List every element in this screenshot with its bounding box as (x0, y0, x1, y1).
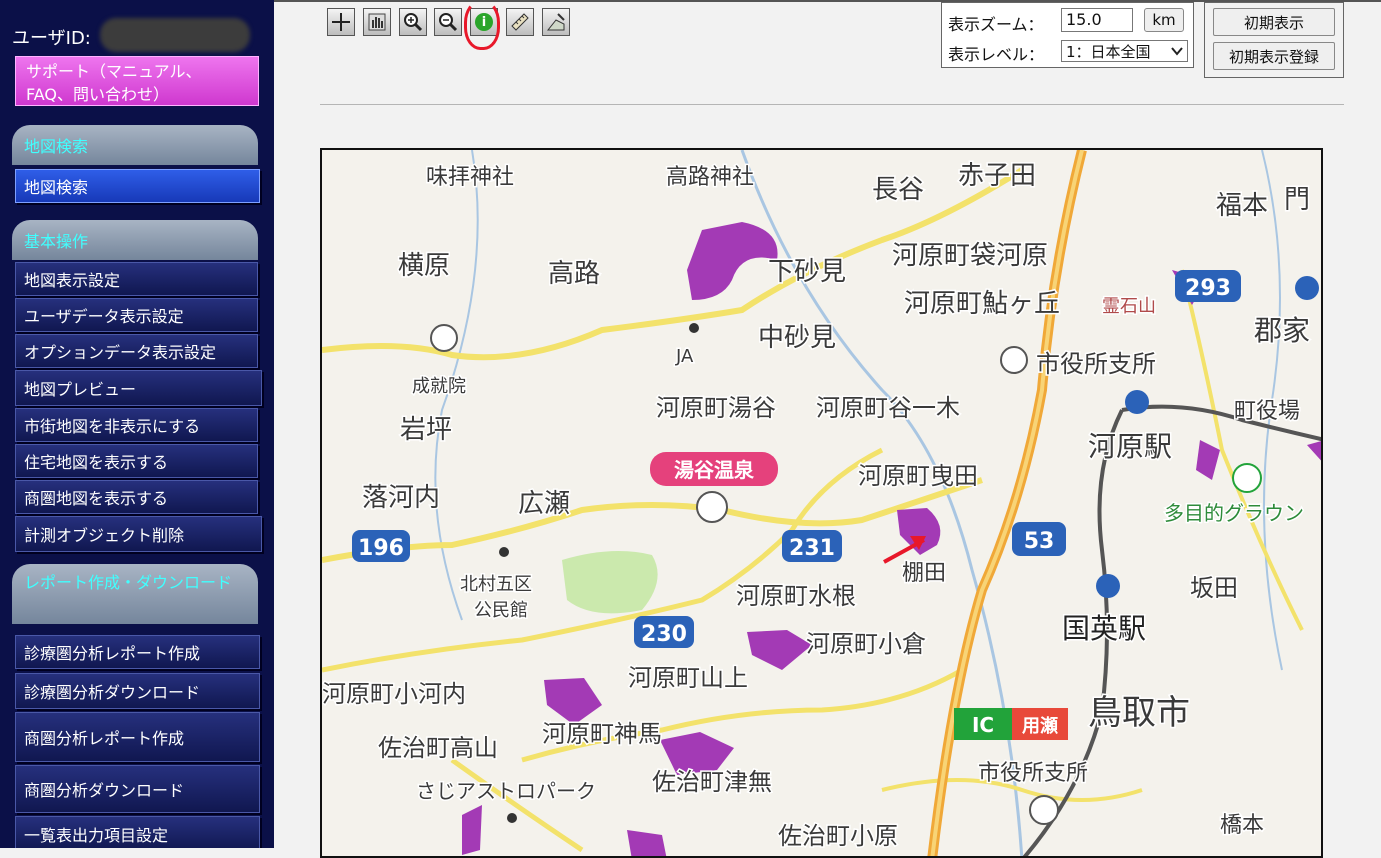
map-label: 郡家 (1254, 314, 1310, 347)
map-label: 味拝神社 (426, 165, 514, 190)
map-label: 佐治町津無 (652, 768, 772, 796)
map-label: 長谷 (872, 175, 924, 205)
map-label: 市役所支所 (1036, 350, 1156, 378)
zoom-out-tool-icon[interactable] (434, 8, 462, 36)
route-53-label: 53 (1024, 529, 1055, 554)
map-label: 高路 (548, 259, 600, 289)
map-label: 佐治町小原 (778, 822, 898, 850)
main-area: i 表示ズーム： 15.0 km 表示レベル： 1：日本全国 初期表示 初期表示… (274, 0, 1381, 858)
ruler-measure-tool-icon[interactable] (506, 8, 534, 36)
menu-delete-measurement[interactable]: 計測オブジェクト削除 (15, 516, 262, 552)
map-label: 河原町曳田 (858, 462, 978, 490)
zoom-input[interactable]: 15.0 (1061, 8, 1133, 32)
map-label: 町役場 (1234, 399, 1300, 424)
chevron-down-icon (1171, 47, 1183, 56)
display-level-select[interactable]: 1：日本全国 (1061, 40, 1188, 62)
map-label: 河原町鮎ヶ丘 (904, 289, 1060, 319)
map-label: 下砂見 (768, 257, 846, 287)
menu-hide-city-map[interactable]: 市街地図を非表示にする (15, 408, 258, 442)
map-label: 市役所支所 (978, 761, 1088, 786)
map-label: 福本 (1216, 191, 1268, 221)
map-label: 橋本 (1220, 813, 1264, 838)
menu-option-data-display-settings[interactable]: オプションデータ表示設定 (15, 334, 258, 368)
map-canvas[interactable]: 293 231 53 196 230 湯谷温泉 IC 用瀬 味拝神社 高路神社 … (320, 148, 1323, 858)
map-label: 門 (1284, 185, 1310, 215)
map-label: 河原町谷一木 (816, 394, 960, 422)
map-label: さじアストロパーク (416, 779, 596, 803)
menu-trade-area-download[interactable]: 商圏分析ダウンロード (15, 765, 260, 813)
map-label: JA (675, 346, 694, 367)
km-button[interactable]: km (1144, 8, 1184, 32)
map-label: 河原町小倉 (806, 630, 926, 658)
map-label: 河原町袋河原 (892, 241, 1048, 271)
menu-list-output-settings[interactable]: 一覧表出力項目設定 (15, 816, 260, 848)
map-label: 広瀬 (518, 489, 570, 519)
area-measure-tool-icon[interactable] (542, 8, 570, 36)
user-id-label: ユーザID: (12, 28, 91, 49)
map-label: 国英駅 (1062, 612, 1146, 645)
divider (320, 104, 1344, 105)
menu-map-preview[interactable]: 地図プレビュー (15, 370, 262, 406)
map-label: 中砂見 (758, 323, 836, 353)
map-label: 河原町神馬 (542, 720, 662, 748)
sidebar: ユーザID: サポート（マニュアル、FAQ、問い合わせ） 地図検索 地図検索 基… (0, 0, 274, 848)
section-header-basic-ops: 基本操作 (12, 220, 258, 260)
user-id-redacted (100, 18, 250, 52)
section-header-map-search: 地図検索 (12, 125, 258, 165)
map-label: 河原町小河内 (322, 680, 466, 708)
support-button[interactable]: サポート（マニュアル、FAQ、問い合わせ） (15, 56, 259, 106)
initial-display-register-button[interactable]: 初期表示登録 (1213, 42, 1335, 70)
map-label: 北村五区 (460, 574, 532, 595)
map-label: 河原町湯谷 (656, 394, 776, 422)
route-231-label: 231 (789, 536, 835, 561)
map-label: 横原 (398, 251, 450, 281)
section-header-report: レポート作成・ダウンロード (12, 564, 258, 624)
mochigase-label: 用瀬 (1022, 716, 1058, 737)
route-293-label: 293 (1185, 276, 1231, 301)
map-label: 河原町山上 (628, 664, 748, 692)
map-label: 棚田 (902, 561, 946, 586)
menu-map-display-settings[interactable]: 地図表示設定 (15, 262, 258, 296)
crosshair-tool-icon[interactable] (327, 8, 355, 36)
map-label: 成就院 (412, 376, 466, 397)
menu-clinic-area-download[interactable]: 診療圏分析ダウンロード (15, 673, 260, 709)
route-196-label: 196 (358, 536, 404, 561)
initial-display-panel: 初期表示 初期表示登録 (1204, 2, 1344, 78)
map-svg: 293 231 53 196 230 湯谷温泉 IC 用瀬 味拝神社 高路神社 … (322, 150, 1321, 856)
menu-trade-area-report[interactable]: 商圏分析レポート作成 (15, 712, 260, 762)
map-label: 多目的グラウン (1164, 501, 1304, 525)
initial-display-button[interactable]: 初期表示 (1213, 8, 1335, 36)
display-level-value: 1：日本全国 (1066, 42, 1151, 61)
map-label: 鳥取市 (1088, 693, 1190, 733)
map-label: 高路神社 (666, 165, 754, 190)
route-230-label: 230 (641, 622, 687, 647)
map-label: 坂田 (1190, 574, 1238, 602)
menu-clinic-area-report[interactable]: 診療圏分析レポート作成 (15, 635, 260, 669)
map-label: 赤子田 (958, 161, 1036, 191)
level-label: 表示レベル： (948, 45, 1045, 64)
red-annotation-circle (464, 0, 500, 50)
map-label: 岩坪 (400, 415, 452, 445)
menu-map-search[interactable]: 地図検索 (15, 169, 260, 203)
zoom-control-panel: 表示ズーム： 15.0 km 表示レベル： 1：日本全国 (941, 2, 1194, 68)
pan-hand-tool-icon[interactable] (363, 8, 391, 36)
menu-show-residential-map[interactable]: 住宅地図を表示する (15, 444, 258, 478)
map-label: 河原駅 (1088, 430, 1172, 463)
zoom-in-tool-icon[interactable] (399, 8, 427, 36)
map-label: 霊石山 (1102, 296, 1156, 317)
zoom-label: 表示ズーム： (948, 15, 1044, 34)
map-label: 佐治町高山 (378, 734, 498, 762)
menu-show-trade-area-map[interactable]: 商圏地図を表示する (15, 480, 258, 514)
map-label: 公民館 (474, 600, 528, 621)
map-label: 落河内 (362, 483, 440, 513)
ic-label: IC (972, 713, 994, 737)
onsen-label: 湯谷温泉 (674, 458, 755, 482)
map-label: 河原町水根 (736, 582, 856, 610)
menu-user-data-display-settings[interactable]: ユーザデータ表示設定 (15, 298, 258, 332)
